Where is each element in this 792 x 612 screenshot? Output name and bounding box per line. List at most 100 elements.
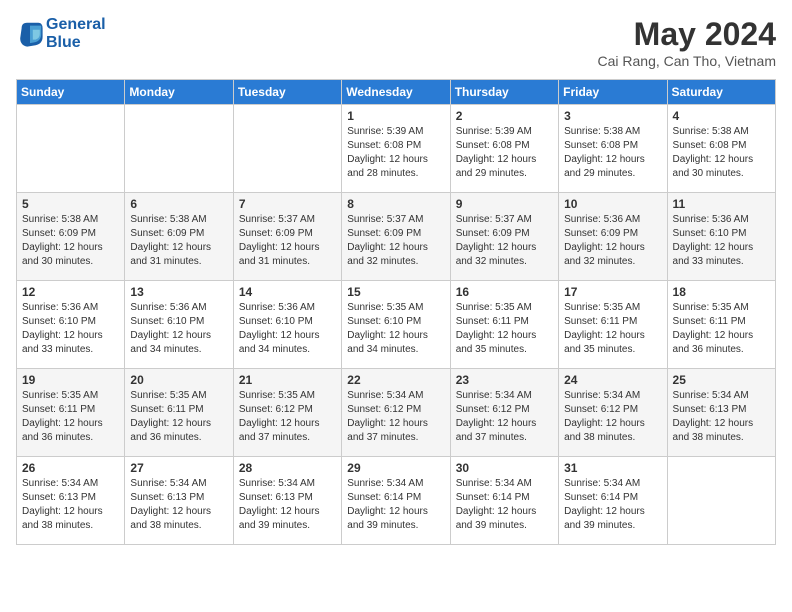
- day-info: Sunrise: 5:36 AM Sunset: 6:10 PM Dayligh…: [239, 301, 336, 357]
- location: Cai Rang, Can Tho, Vietnam: [598, 53, 776, 69]
- day-number: 24: [564, 373, 661, 387]
- calendar-cell: [233, 105, 341, 193]
- day-number: 14: [239, 285, 336, 299]
- calendar-cell: 20Sunrise: 5:35 AM Sunset: 6:11 PM Dayli…: [125, 369, 233, 457]
- calendar-cell: 6Sunrise: 5:38 AM Sunset: 6:09 PM Daylig…: [125, 193, 233, 281]
- day-info: Sunrise: 5:36 AM Sunset: 6:09 PM Dayligh…: [564, 213, 661, 269]
- calendar-cell: 30Sunrise: 5:34 AM Sunset: 6:14 PM Dayli…: [450, 457, 558, 545]
- weekday-header: Saturday: [667, 80, 775, 105]
- day-info: Sunrise: 5:35 AM Sunset: 6:11 PM Dayligh…: [22, 389, 119, 445]
- day-info: Sunrise: 5:34 AM Sunset: 6:14 PM Dayligh…: [456, 477, 553, 533]
- day-info: Sunrise: 5:36 AM Sunset: 6:10 PM Dayligh…: [673, 213, 770, 269]
- day-number: 23: [456, 373, 553, 387]
- calendar-cell: 28Sunrise: 5:34 AM Sunset: 6:13 PM Dayli…: [233, 457, 341, 545]
- calendar-cell: 4 Sunrise: 5:38 AM Sunset: 6:08 PM Daylig…: [667, 105, 775, 193]
- day-number: 22: [347, 373, 444, 387]
- day-number: 19: [22, 373, 119, 387]
- logo-text: General Blue: [46, 16, 106, 51]
- weekday-header: Monday: [125, 80, 233, 105]
- day-number: 26: [22, 461, 119, 475]
- day-info: Sunrise: 5:34 AM Sunset: 6:14 PM Dayligh…: [564, 477, 661, 533]
- day-number: 31: [564, 461, 661, 475]
- day-info: Sunrise: 5:35 AM Sunset: 6:11 PM Dayligh…: [456, 301, 553, 357]
- calendar-cell: 9Sunrise: 5:37 AM Sunset: 6:09 PM Daylig…: [450, 193, 558, 281]
- calendar-cell: 1 Sunrise: 5:39 AM Sunset: 6:08 PM Daylig…: [342, 105, 450, 193]
- day-info: Sunrise: 5:35 AM Sunset: 6:11 PM Dayligh…: [564, 301, 661, 357]
- calendar-cell: 29Sunrise: 5:34 AM Sunset: 6:14 PM Dayli…: [342, 457, 450, 545]
- weekday-header: Wednesday: [342, 80, 450, 105]
- calendar-cell: [17, 105, 125, 193]
- day-number: 20: [130, 373, 227, 387]
- calendar-cell: 5Sunrise: 5:38 AM Sunset: 6:09 PM Daylig…: [17, 193, 125, 281]
- title-block: May 2024 Cai Rang, Can Tho, Vietnam: [598, 16, 776, 69]
- calendar-cell: 3 Sunrise: 5:38 AM Sunset: 6:08 PM Daylig…: [559, 105, 667, 193]
- day-info: Sunrise: 5:34 AM Sunset: 6:12 PM Dayligh…: [347, 389, 444, 445]
- day-number: 11: [673, 197, 770, 211]
- calendar-cell: 19 Sunrise: 5:35 AM Sunset: 6:11 PM Dayli…: [17, 369, 125, 457]
- day-number: 17: [564, 285, 661, 299]
- calendar-week-row: 1 Sunrise: 5:39 AM Sunset: 6:08 PM Daylig…: [17, 105, 776, 193]
- day-info: Sunrise: 5:37 AM Sunset: 6:09 PM Dayligh…: [239, 213, 336, 269]
- calendar-cell: 12 Sunrise: 5:36 AM Sunset: 6:10 PM Dayli…: [17, 281, 125, 369]
- calendar-cell: 17 Sunrise: 5:35 AM Sunset: 6:11 PM Dayli…: [559, 281, 667, 369]
- day-info: Sunrise: 5:38 AM Sunset: 6:09 PM Dayligh…: [22, 213, 119, 269]
- day-info: Sunrise: 5:38 AM Sunset: 6:08 PM Dayligh…: [673, 125, 770, 181]
- day-info: Sunrise: 5:37 AM Sunset: 6:09 PM Dayligh…: [347, 213, 444, 269]
- day-number: 18: [673, 285, 770, 299]
- calendar-cell: [667, 457, 775, 545]
- day-info: Sunrise: 5:39 AM Sunset: 6:08 PM Dayligh…: [456, 125, 553, 181]
- day-info: Sunrise: 5:34 AM Sunset: 6:13 PM Dayligh…: [239, 477, 336, 533]
- logo: General Blue: [16, 16, 106, 51]
- weekday-header: Tuesday: [233, 80, 341, 105]
- day-number: 4: [673, 109, 770, 123]
- calendar-cell: 14 Sunrise: 5:36 AM Sunset: 6:10 PM Dayli…: [233, 281, 341, 369]
- calendar-week-row: 19 Sunrise: 5:35 AM Sunset: 6:11 PM Dayli…: [17, 369, 776, 457]
- calendar-week-row: 12 Sunrise: 5:36 AM Sunset: 6:10 PM Dayli…: [17, 281, 776, 369]
- day-number: 29: [347, 461, 444, 475]
- calendar-cell: 18 Sunrise: 5:35 AM Sunset: 6:11 PM Dayli…: [667, 281, 775, 369]
- day-info: Sunrise: 5:34 AM Sunset: 6:13 PM Dayligh…: [130, 477, 227, 533]
- day-info: Sunrise: 5:38 AM Sunset: 6:08 PM Dayligh…: [564, 125, 661, 181]
- day-info: Sunrise: 5:34 AM Sunset: 6:12 PM Dayligh…: [564, 389, 661, 445]
- calendar-cell: 25 Sunrise: 5:34 AM Sunset: 6:13 PM Dayli…: [667, 369, 775, 457]
- calendar-week-row: 5Sunrise: 5:38 AM Sunset: 6:09 PM Daylig…: [17, 193, 776, 281]
- day-number: 1: [347, 109, 444, 123]
- calendar-table: SundayMondayTuesdayWednesdayThursdayFrid…: [16, 79, 776, 545]
- day-info: Sunrise: 5:39 AM Sunset: 6:08 PM Dayligh…: [347, 125, 444, 181]
- day-number: 25: [673, 373, 770, 387]
- calendar-cell: 23Sunrise: 5:34 AM Sunset: 6:12 PM Dayli…: [450, 369, 558, 457]
- day-number: 21: [239, 373, 336, 387]
- page-header: General Blue May 2024 Cai Rang, Can Tho,…: [16, 16, 776, 69]
- calendar-cell: 15Sunrise: 5:35 AM Sunset: 6:10 PM Dayli…: [342, 281, 450, 369]
- day-number: 10: [564, 197, 661, 211]
- calendar-cell: 24 Sunrise: 5:34 AM Sunset: 6:12 PM Dayli…: [559, 369, 667, 457]
- calendar-cell: 2 Sunrise: 5:39 AM Sunset: 6:08 PM Daylig…: [450, 105, 558, 193]
- weekday-header: Friday: [559, 80, 667, 105]
- month-title: May 2024: [598, 16, 776, 53]
- calendar-cell: [125, 105, 233, 193]
- day-info: Sunrise: 5:36 AM Sunset: 6:10 PM Dayligh…: [22, 301, 119, 357]
- day-number: 3: [564, 109, 661, 123]
- day-info: Sunrise: 5:36 AM Sunset: 6:10 PM Dayligh…: [130, 301, 227, 357]
- day-number: 2: [456, 109, 553, 123]
- weekday-header: Thursday: [450, 80, 558, 105]
- day-number: 16: [456, 285, 553, 299]
- calendar-cell: 27Sunrise: 5:34 AM Sunset: 6:13 PM Dayli…: [125, 457, 233, 545]
- day-info: Sunrise: 5:34 AM Sunset: 6:13 PM Dayligh…: [673, 389, 770, 445]
- calendar-cell: 13 Sunrise: 5:36 AM Sunset: 6:10 PM Dayli…: [125, 281, 233, 369]
- calendar-cell: 8 Sunrise: 5:37 AM Sunset: 6:09 PM Daylig…: [342, 193, 450, 281]
- calendar-cell: 7 Sunrise: 5:37 AM Sunset: 6:09 PM Daylig…: [233, 193, 341, 281]
- day-info: Sunrise: 5:37 AM Sunset: 6:09 PM Dayligh…: [456, 213, 553, 269]
- day-number: 7: [239, 197, 336, 211]
- day-info: Sunrise: 5:38 AM Sunset: 6:09 PM Dayligh…: [130, 213, 227, 269]
- day-info: Sunrise: 5:35 AM Sunset: 6:11 PM Dayligh…: [673, 301, 770, 357]
- calendar-cell: 11 Sunrise: 5:36 AM Sunset: 6:10 PM Dayli…: [667, 193, 775, 281]
- day-info: Sunrise: 5:35 AM Sunset: 6:10 PM Dayligh…: [347, 301, 444, 357]
- calendar-cell: 10 Sunrise: 5:36 AM Sunset: 6:09 PM Dayli…: [559, 193, 667, 281]
- calendar-week-row: 26 Sunrise: 5:34 AM Sunset: 6:13 PM Dayli…: [17, 457, 776, 545]
- day-number: 13: [130, 285, 227, 299]
- day-info: Sunrise: 5:35 AM Sunset: 6:12 PM Dayligh…: [239, 389, 336, 445]
- calendar-cell: 31 Sunrise: 5:34 AM Sunset: 6:14 PM Dayli…: [559, 457, 667, 545]
- day-number: 8: [347, 197, 444, 211]
- day-number: 12: [22, 285, 119, 299]
